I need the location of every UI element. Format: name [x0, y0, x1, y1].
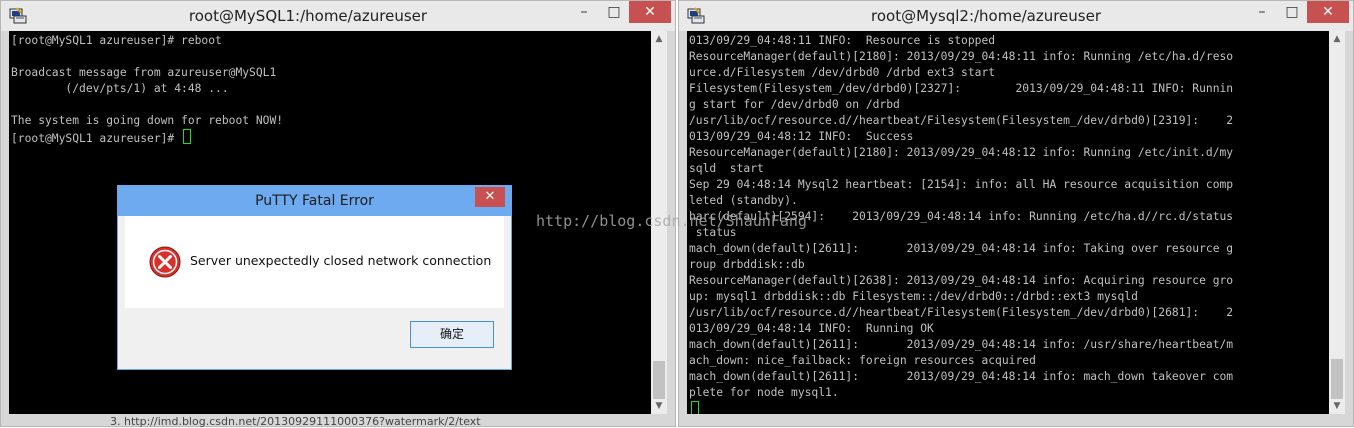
terminal-line: [root@MySQL1 azureuser]# reboot — [11, 34, 222, 47]
terminal-line: ResourceManager(default)[2180]: 2013/09/… — [689, 50, 1234, 63]
terminal-line: The system is going down for reboot NOW! — [11, 114, 284, 127]
scroll-up-icon[interactable]: ▲ — [1329, 31, 1345, 47]
terminal-line: 013/09/29_04:48:11 INFO: Resource is sto… — [689, 34, 996, 47]
maximize-button[interactable]: □ — [1277, 1, 1307, 23]
terminal-line: Broadcast message from azureuser@MySQL1 — [11, 66, 277, 79]
dialog-title-bar[interactable]: PuTTY Fatal Error ✕ — [118, 186, 511, 216]
prompt-text: [root@MySQL1 azureuser]# — [11, 132, 182, 145]
terminal-line: ach_down: nice_failback: foreign resourc… — [689, 354, 1036, 367]
dialog-close-button[interactable]: ✕ — [475, 187, 505, 207]
scroll-down-icon[interactable]: ▼ — [651, 398, 667, 414]
terminal-line: mach_down(default)[2611]: 2013/09/29_04:… — [689, 338, 1234, 351]
fatal-error-dialog[interactable]: PuTTY Fatal Error ✕ Server unexpectedly … — [117, 185, 512, 370]
window-title: root@Mysql2:/home/azureuser — [871, 7, 1101, 25]
title-bar[interactable]: root@MySQL1:/home/azureuser – □ ✕ — [1, 1, 675, 31]
close-button[interactable]: ✕ — [1307, 1, 1349, 23]
terminal-line: (/dev/pts/1) at 4:48 ... — [11, 82, 229, 95]
terminal-line: plete for node mysql1. — [689, 386, 839, 399]
error-message: Server unexpectedly closed network conne… — [190, 253, 492, 268]
dialog-body: Server unexpectedly closed network conne… — [125, 216, 504, 308]
terminal-prompt-line: [root@MySQL1 azureuser]# — [11, 129, 649, 145]
scroll-up-icon[interactable]: ▲ — [651, 31, 667, 47]
terminal-output: [root@MySQL1 azureuser]# reboot Broadcas… — [11, 33, 649, 145]
terminal-prompt-line — [689, 401, 1327, 414]
dialog-title: PuTTY Fatal Error — [255, 193, 374, 209]
maximize-button[interactable]: □ — [599, 1, 629, 23]
terminal-line: g start for /dev/drbd0 on /drbd — [689, 98, 900, 111]
terminal-line: urce.d/Filesystem /dev/drbd0 /drbd ext3 … — [689, 66, 996, 79]
minimize-button[interactable]: – — [569, 1, 599, 23]
text-cursor — [183, 129, 192, 144]
scrollbar-thumb[interactable] — [653, 361, 665, 399]
terminal-line: ResourceManager(default)[2638]: 2013/09/… — [689, 274, 1234, 287]
scrollbar-thumb[interactable] — [1331, 359, 1343, 399]
vertical-scrollbar[interactable]: ▲ ▼ — [1329, 31, 1345, 414]
terminal-line: roup drbddisk::db — [689, 258, 805, 271]
putty-app-icon[interactable] — [687, 7, 705, 25]
putty-app-icon[interactable] — [9, 7, 27, 25]
terminal-line: mach_down(default)[2611]: 2013/09/29_04:… — [689, 370, 1234, 383]
watermark: http://blog.csdn.net/ShaunFang — [536, 212, 807, 230]
terminal-line: Filesystem(Filesystem_/dev/drbd0)[2327]:… — [689, 82, 1234, 95]
terminal-line: ResourceManager(default)[2180]: 2013/09/… — [689, 146, 1234, 159]
background-page-text: 3. http://imd.blog.csdn.net/201309291110… — [110, 415, 481, 428]
terminal-line: up: mysql1 drbddisk::db Filesystem::/dev… — [689, 290, 1138, 303]
terminal-line: 013/09/29_04:48:12 INFO: Success — [689, 130, 914, 143]
text-cursor — [691, 401, 699, 414]
close-button[interactable]: ✕ — [629, 1, 671, 23]
terminal-line: Sep 29 04:48:14 Mysql2 heartbeat: [2154]… — [689, 178, 1234, 191]
error-icon — [149, 246, 181, 278]
terminal-line: mach_down(default)[2611]: 2013/09/29_04:… — [689, 242, 1234, 255]
terminal-line: 013/09/29_04:48:14 INFO: Running OK — [689, 322, 934, 335]
scroll-down-icon[interactable]: ▼ — [1329, 398, 1345, 414]
terminal-line: /usr/lib/ocf/resource.d//heartbeat/Files… — [689, 114, 1234, 127]
terminal-line: /usr/lib/ocf/resource.d//heartbeat/Files… — [689, 306, 1234, 319]
terminal-line: leted (standby). — [689, 194, 798, 207]
terminal-line: sqld start — [689, 162, 764, 175]
window-title: root@MySQL1:/home/azureuser — [188, 7, 428, 25]
ok-button[interactable]: 确定 — [410, 321, 494, 348]
title-bar[interactable]: root@Mysql2:/home/azureuser – □ ✕ — [679, 1, 1353, 31]
minimize-button[interactable]: – — [1247, 1, 1277, 23]
